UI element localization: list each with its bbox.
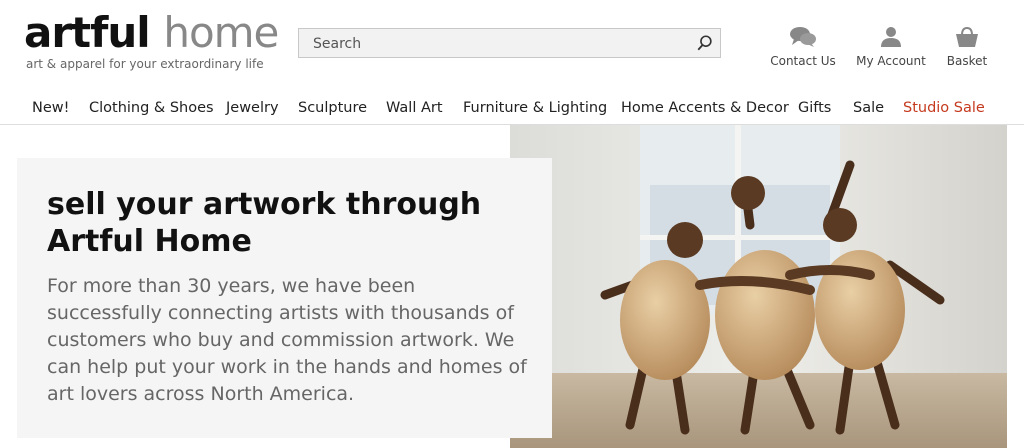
logo-word-artful: artful <box>24 8 151 57</box>
contact-us-label: Contact Us <box>770 54 836 68</box>
hero-description: For more than 30 years, we have been suc… <box>47 275 527 405</box>
main-nav: New! Clothing & Shoes Jewelry Sculpture … <box>0 96 1024 125</box>
user-icon <box>881 27 901 47</box>
hero-title: sell your artwork through Artful Home <box>47 187 482 259</box>
nav-item-studio-sale[interactable]: Studio Sale <box>903 100 985 116</box>
nav-item-gifts[interactable]: Gifts <box>798 100 831 116</box>
basket-link[interactable]: Basket <box>927 26 1007 68</box>
nav-item-new[interactable]: New! <box>32 100 69 116</box>
my-account-label: My Account <box>856 54 926 68</box>
logo-word-home: home <box>163 8 279 57</box>
search-input[interactable] <box>299 29 695 59</box>
basket-label: Basket <box>946 54 988 68</box>
my-account-link[interactable]: My Account <box>851 26 931 68</box>
shopping-bag-icon <box>956 26 978 47</box>
chat-bubbles-icon <box>790 27 816 47</box>
site-logo[interactable]: artful home art & apparel for your extra… <box>24 8 279 72</box>
nav-item-wall-art[interactable]: Wall Art <box>386 100 443 116</box>
logo-wordmark: artful home <box>24 8 279 57</box>
logo-tagline: art & apparel for your extraordinary lif… <box>26 57 264 71</box>
nav-item-clothing-shoes[interactable]: Clothing & Shoes <box>89 100 214 116</box>
nav-item-sale[interactable]: Sale <box>853 100 884 116</box>
search-bar <box>298 28 721 59</box>
nav-item-home-accents-decor[interactable]: Home Accents & Decor <box>621 100 789 116</box>
hero-card: sell your artwork through Artful Home Fo… <box>17 158 552 438</box>
search-icon[interactable] <box>696 34 714 52</box>
contact-us-link[interactable]: Contact Us <box>763 26 843 68</box>
nav-item-jewelry[interactable]: Jewelry <box>226 100 279 116</box>
nav-item-sculpture[interactable]: Sculpture <box>298 100 367 116</box>
hero-sculpture-image <box>510 125 1007 448</box>
nav-item-furniture-lighting[interactable]: Furniture & Lighting <box>463 100 607 116</box>
